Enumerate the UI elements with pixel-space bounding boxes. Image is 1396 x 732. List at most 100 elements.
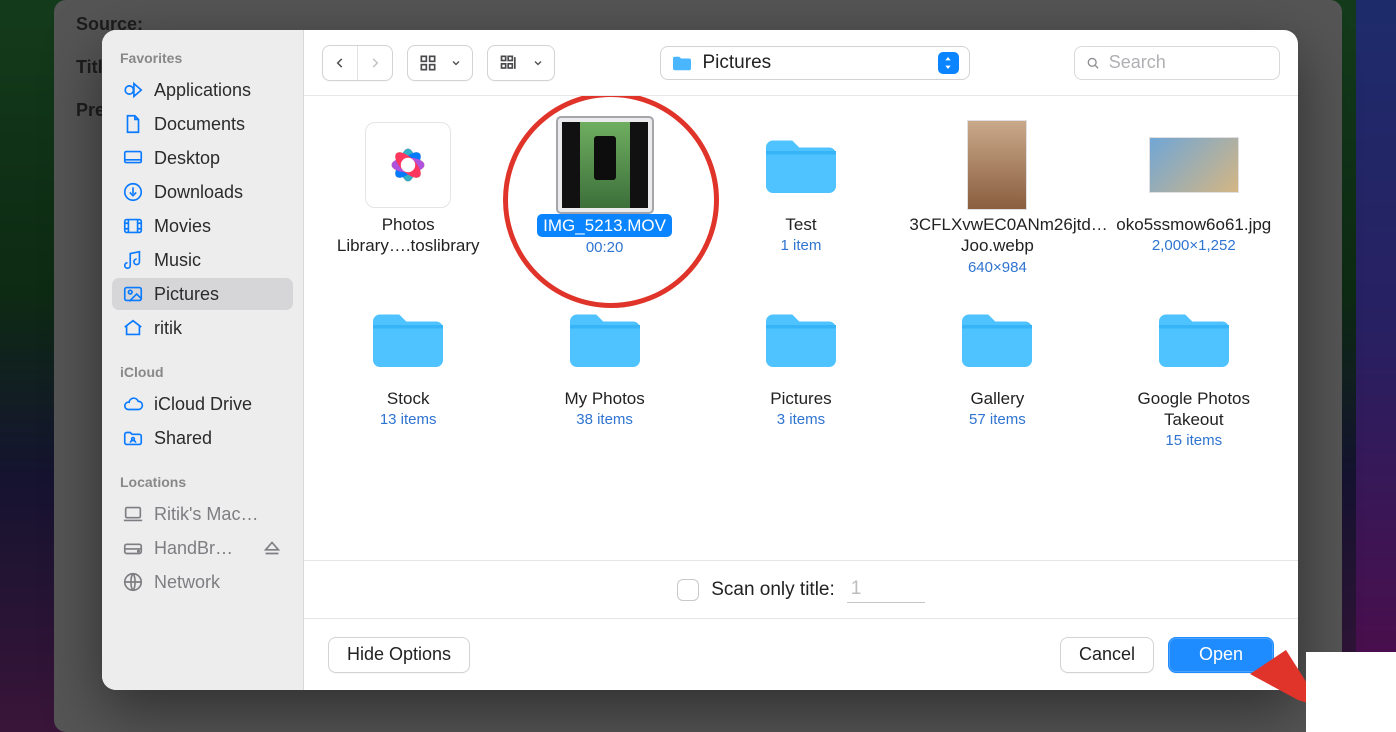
- file-meta: 00:20: [586, 239, 624, 256]
- sidebar-item-downloads[interactable]: Downloads: [112, 176, 293, 208]
- sidebar-item-shared[interactable]: Shared: [112, 422, 293, 454]
- file-tile[interactable]: My Photos 38 items: [515, 294, 695, 450]
- file-meta: 38 items: [576, 411, 633, 428]
- file-tile[interactable]: Gallery 57 items: [907, 294, 1087, 450]
- search-input[interactable]: [1109, 52, 1269, 73]
- sidebar-item-home[interactable]: ritik: [112, 312, 293, 344]
- path-stepper[interactable]: [938, 52, 959, 74]
- sidebar-item-label: Downloads: [154, 182, 243, 203]
- nav-back-button[interactable]: [323, 46, 357, 80]
- sidebar-item-label: Applications: [154, 80, 251, 101]
- sidebar-item-label: iCloud Drive: [154, 394, 252, 415]
- file-tile[interactable]: oko5ssmow6o61.jpg 2,000×1,252: [1104, 120, 1284, 276]
- caret-up-icon: [943, 55, 953, 63]
- path-selector[interactable]: Pictures: [660, 46, 970, 80]
- sidebar-item-label: Music: [154, 250, 201, 271]
- file-thumb: [363, 120, 453, 210]
- desktop-icon: [122, 147, 144, 169]
- photos-flower-icon: [381, 138, 435, 192]
- movie-icon: [122, 215, 144, 237]
- folder-icon: [759, 129, 843, 201]
- download-icon: [122, 181, 144, 203]
- caret-down-icon: [943, 63, 953, 71]
- disk-icon: [122, 537, 144, 559]
- file-meta: 2,000×1,252: [1152, 237, 1236, 254]
- file-tile[interactable]: Pictures 3 items: [711, 294, 891, 450]
- image-thumb: [1149, 137, 1239, 193]
- sidebar-item-label: Documents: [154, 114, 245, 135]
- file-thumb: [1149, 120, 1239, 210]
- file-tile[interactable]: Test 1 item: [711, 120, 891, 276]
- open-button[interactable]: Open: [1168, 637, 1274, 673]
- sidebar-section-icloud: iCloud: [112, 360, 293, 388]
- file-tile[interactable]: Photos Library….toslibrary: [318, 120, 498, 276]
- picture-icon: [122, 283, 144, 305]
- apps-icon: [122, 79, 144, 101]
- sidebar-item-label: HandBr…: [154, 538, 251, 559]
- scan-title-number-input[interactable]: [847, 576, 925, 603]
- file-thumb: [560, 120, 650, 210]
- scan-only-title-checkbox[interactable]: [677, 579, 699, 601]
- eject-icon[interactable]: [261, 537, 283, 559]
- sidebar-item-label: Network: [154, 572, 220, 593]
- sidebar-item-icloud-drive[interactable]: iCloud Drive: [112, 388, 293, 420]
- sidebar-item-label: Ritik's Mac…: [154, 504, 258, 525]
- file-name: Stock: [387, 388, 430, 409]
- chevron-down-icon: [450, 57, 462, 69]
- sidebar-item-documents[interactable]: Documents: [112, 108, 293, 140]
- file-meta: 57 items: [969, 411, 1026, 428]
- cancel-button[interactable]: Cancel: [1060, 637, 1154, 673]
- nav-back-forward: [322, 45, 393, 81]
- sidebar-item-this-mac[interactable]: Ritik's Mac…: [112, 498, 293, 530]
- search-icon: [1085, 54, 1101, 72]
- file-thumb: [952, 120, 1042, 210]
- file-thumb: [560, 294, 650, 384]
- chevron-down-icon: [532, 57, 544, 69]
- icon-view-icon: [418, 53, 438, 73]
- file-meta: 3 items: [777, 411, 825, 428]
- sidebar-item-network[interactable]: Network: [112, 566, 293, 598]
- photos-library-icon: [365, 122, 451, 208]
- file-tile[interactable]: 3CFLXvwEC0ANm26jtd…Joo.webp 640×984: [907, 120, 1087, 276]
- file-meta: 640×984: [968, 259, 1027, 276]
- sidebar-item-movies[interactable]: Movies: [112, 210, 293, 242]
- file-tile[interactable]: Stock 13 items: [318, 294, 498, 450]
- file-name: Gallery: [970, 388, 1024, 409]
- doc-icon: [122, 113, 144, 135]
- sidebar-item-pictures[interactable]: Pictures: [112, 278, 293, 310]
- search-field[interactable]: [1074, 46, 1280, 80]
- file-meta: 15 items: [1165, 432, 1222, 449]
- view-icon-mode[interactable]: [407, 45, 473, 81]
- music-icon: [122, 249, 144, 271]
- hide-options-button[interactable]: Hide Options: [328, 637, 470, 673]
- file-name: Google Photos Takeout: [1106, 388, 1282, 431]
- folder-icon: [955, 303, 1039, 375]
- file-grid: Photos Library….toslibrary IMG_5213.M: [314, 120, 1288, 449]
- group-mode[interactable]: [487, 45, 555, 81]
- sidebar-item-label: Desktop: [154, 148, 220, 169]
- main-panel: Pictures: [304, 30, 1298, 690]
- globe-icon: [122, 571, 144, 593]
- options-bar: Scan only title:: [304, 560, 1298, 618]
- sidebar-item-applications[interactable]: Applications: [112, 74, 293, 106]
- file-name: Test: [785, 214, 816, 235]
- folder-icon: [1152, 303, 1236, 375]
- file-name: Photos Library….toslibrary: [320, 214, 496, 257]
- toolbar: Pictures: [304, 30, 1298, 96]
- file-name: 3CFLXvwEC0ANm26jtd…Joo.webp: [909, 214, 1085, 257]
- file-meta: 1 item: [781, 237, 822, 254]
- open-file-dialog: Favorites Applications Documents Desktop…: [102, 30, 1298, 690]
- folder-icon: [759, 303, 843, 375]
- file-browser: Photos Library….toslibrary IMG_5213.M: [304, 96, 1298, 560]
- folder-icon: [671, 54, 693, 72]
- sidebar-item-handbrake-disk[interactable]: HandBr…: [112, 532, 293, 564]
- file-thumb: [1149, 294, 1239, 384]
- home-icon: [122, 317, 144, 339]
- file-tile[interactable]: Google Photos Takeout 15 items: [1104, 294, 1284, 450]
- sidebar-item-desktop[interactable]: Desktop: [112, 142, 293, 174]
- nav-forward-button[interactable]: [357, 46, 392, 80]
- sidebar-item-music[interactable]: Music: [112, 244, 293, 276]
- scan-only-title-label: Scan only title:: [711, 579, 835, 601]
- sidebar-section-favorites: Favorites: [112, 46, 293, 74]
- file-tile-selected[interactable]: IMG_5213.MOV 00:20: [515, 120, 695, 276]
